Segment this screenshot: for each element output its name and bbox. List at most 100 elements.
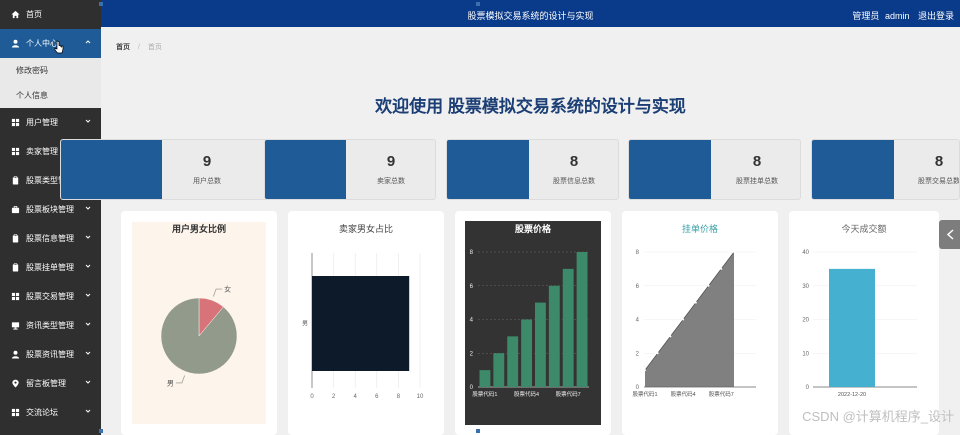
user-role-label: 管理员	[852, 11, 880, 21]
x-tick-label: 股票代码7	[556, 390, 581, 398]
stat-value: 9	[202, 153, 212, 170]
header-user-area: 管理员 admin 退出登录	[846, 9, 954, 22]
y-tick-label: 20	[802, 318, 809, 324]
stat-accent-block	[447, 140, 529, 199]
chart-card-order-price: 挂单价格 0 2 4 6 8 股票代码1 股票代码4 股票代码7	[622, 211, 778, 435]
y-tick-label: 30	[802, 284, 809, 290]
sidebar-item-label: 卖家管理	[26, 147, 58, 156]
x-tick-label: 6	[375, 394, 379, 400]
clipboard-icon	[10, 263, 20, 273]
user-gender-pie-chart: 用户男女比例女男	[132, 222, 266, 424]
sidebar-item-9[interactable]: 留言板管理	[0, 369, 101, 398]
chart-title: 卖家男女占比	[339, 223, 393, 234]
stat-value: 8	[569, 153, 579, 170]
breadcrumb-separator: /	[137, 44, 140, 51]
stat-card: 9 用户总数	[60, 139, 269, 200]
bar	[562, 268, 574, 387]
selection-handle	[476, 429, 480, 433]
selection-handle	[476, 2, 480, 6]
data-point	[733, 251, 735, 253]
stat-card: 9 卖家总数	[264, 139, 436, 200]
sidebar-item-label: 首页	[26, 10, 42, 19]
y-tick-label: 6	[636, 284, 640, 290]
chart-card-today-volume: 今天成交额 0 10 20 30 40 2022-12-20	[789, 211, 939, 435]
sidebar-item-0[interactable]: 用户管理	[0, 108, 101, 137]
logout-button[interactable]: 退出登录	[918, 11, 954, 21]
sidebar-item-label: 交流论坛	[26, 408, 58, 417]
stat-accent-block	[265, 140, 346, 199]
stat-label: 股票交易总数	[918, 178, 960, 185]
stat-value: 9	[386, 153, 396, 170]
bar	[535, 302, 546, 387]
sidebar-item-10[interactable]: 交流论坛	[0, 398, 101, 427]
x-tick-label: 2	[332, 394, 336, 400]
sidebar-item-label: 股票挂单管理	[26, 263, 74, 272]
welcome-heading: 欢迎使用 股票模拟交易系统的设计与实现	[375, 97, 686, 116]
data-point	[694, 301, 697, 304]
sidebar-item-11[interactable]: 系统管理	[0, 427, 101, 435]
selection-handle	[99, 2, 103, 6]
stat-card: 8 股票信息总数	[446, 139, 619, 200]
monitor-icon	[10, 321, 20, 331]
stock-price-bar-chart: 股票价格02468股票代码1 股票代码4 股票代码7	[465, 221, 601, 425]
sidebar-item-label: 留言板管理	[26, 379, 66, 388]
sidebar-item-label: 股票交易管理	[26, 292, 74, 301]
chart-title: 挂单价格	[682, 223, 718, 234]
sidebar-item-5[interactable]: 股票挂单管理	[0, 253, 101, 282]
sidebar-subitem-label: 修改密码	[16, 66, 48, 75]
grid-icon	[10, 147, 20, 157]
sidebar-item-4[interactable]: 股票信息管理	[0, 224, 101, 253]
stat-value: 8	[934, 153, 944, 170]
y-tick-label: 2	[636, 351, 640, 357]
pie-slice-label: 女	[224, 285, 231, 294]
bar	[493, 353, 505, 387]
chevron-down-icon	[85, 234, 91, 240]
sidebar-item-7[interactable]: 资讯类型管理	[0, 311, 101, 340]
chevron-down-icon	[85, 321, 91, 327]
chevron-up-icon	[85, 39, 91, 45]
stat-accent-block	[629, 140, 711, 199]
x-tick-label: 8	[397, 394, 401, 400]
breadcrumb: 首页 / 首页	[116, 42, 162, 52]
bar	[312, 276, 410, 371]
stat-card: 8 股票挂单总数	[628, 139, 801, 200]
data-point	[720, 267, 723, 270]
sidebar-item-label: 股票信息管理	[26, 234, 74, 243]
stat-label: 股票挂单总数	[736, 178, 778, 185]
x-tick-label: 股票代码4	[671, 390, 696, 398]
sidebar-item-8[interactable]: 股票资讯管理	[0, 340, 101, 369]
bar	[507, 336, 519, 387]
breadcrumb-home[interactable]: 首页	[116, 44, 130, 51]
home-icon	[10, 10, 20, 20]
sidebar-item-personal[interactable]: 个人中心	[0, 29, 101, 58]
bar	[829, 268, 875, 387]
sidebar-item-label: 股票资讯管理	[26, 350, 74, 359]
grid-icon	[10, 292, 20, 302]
chevron-down-icon	[85, 263, 91, 269]
chevron-down-icon	[85, 205, 91, 211]
sidebar-subitem-profile[interactable]: 个人信息	[0, 83, 101, 108]
sidebar-item-label: 股票板块管理	[26, 205, 74, 214]
chart-title: 股票价格	[515, 223, 552, 234]
y-tick-label: 0	[636, 385, 640, 391]
data-point	[669, 335, 672, 338]
x-tick-label: 4	[354, 394, 358, 400]
top-header: 股票模拟交易系统的设计与实现 管理员 admin 退出登录	[101, 0, 960, 27]
sidebar-subitem-change-password[interactable]: 修改密码	[0, 58, 101, 83]
grid-icon	[10, 408, 20, 418]
side-expand-tab[interactable]	[939, 220, 960, 249]
watermark-text: CSDN @计算机程序_设计	[802, 409, 954, 424]
today-volume-bar-chart: 今天成交额 0 10 20 30 40 2022-12-20	[802, 223, 917, 398]
y-tick-label: 40	[802, 250, 809, 256]
x-tick-label: 10	[417, 394, 424, 400]
data-point	[682, 318, 685, 321]
sidebar-item-6[interactable]: 股票交易管理	[0, 282, 101, 311]
user-icon	[10, 350, 20, 360]
chart-title: 今天成交额	[841, 223, 886, 234]
sidebar-item-home[interactable]: 首页	[0, 0, 101, 29]
chart-card-seller-gender: 卖家男女占比 0 2 4 6 8 10 男	[288, 211, 444, 435]
chevron-down-icon	[85, 118, 91, 124]
x-tick-label: 股票代码1	[472, 390, 497, 398]
bar	[479, 370, 491, 387]
bar	[548, 285, 560, 387]
